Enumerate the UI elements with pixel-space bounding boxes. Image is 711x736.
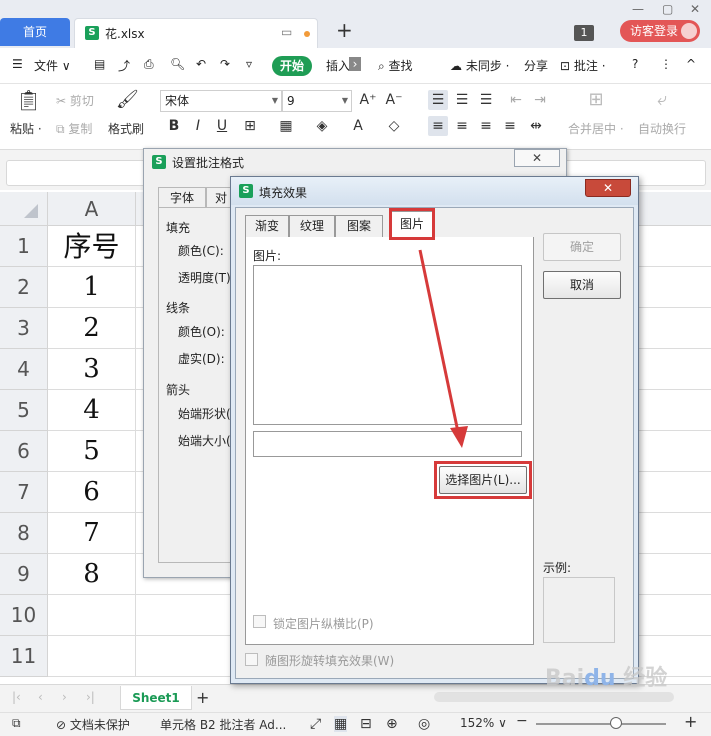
annotation-arrow-icon: [418, 249, 468, 448]
watermark-logo: Baidu 经验: [545, 666, 668, 691]
